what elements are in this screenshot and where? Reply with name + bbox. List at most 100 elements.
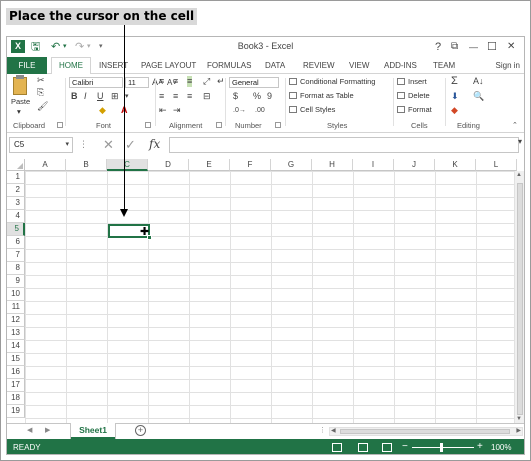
- align-bottom-icon[interactable]: ≡: [187, 76, 193, 87]
- collapse-ribbon-icon[interactable]: ⌃: [512, 120, 518, 131]
- column-header-g[interactable]: G: [271, 159, 312, 171]
- tab-file[interactable]: FILE: [7, 57, 47, 74]
- row-header-16[interactable]: 16: [7, 366, 25, 379]
- number-format-select[interactable]: General: [229, 77, 279, 88]
- currency-button[interactable]: $: [233, 91, 238, 102]
- tab-page-layout[interactable]: PAGE LAYOUT: [141, 59, 196, 72]
- zoom-level[interactable]: 100%: [491, 442, 511, 453]
- paste-dropdown-icon[interactable]: ▾: [17, 107, 21, 117]
- sign-in-link[interactable]: Sign in: [496, 59, 520, 72]
- sheet-bar-grip-icon[interactable]: ⋮: [319, 426, 326, 436]
- vertical-scroll-thumb[interactable]: [517, 183, 523, 415]
- sheet-scroll-left-icon[interactable]: ◀: [27, 426, 32, 436]
- tab-review[interactable]: REVIEW: [303, 59, 335, 72]
- formula-input[interactable]: [169, 137, 519, 153]
- sort-filter-icon[interactable]: A↓: [473, 76, 484, 87]
- format-painter-icon[interactable]: 🖌: [37, 101, 48, 112]
- row-header-2[interactable]: 2: [7, 184, 25, 197]
- fill-icon[interactable]: ⬇: [451, 91, 459, 102]
- column-header-b[interactable]: B: [66, 159, 107, 171]
- row-header-5[interactable]: 5: [7, 223, 25, 236]
- row-header-12[interactable]: 12: [7, 314, 25, 327]
- zoom-slider-knob[interactable]: [440, 443, 443, 452]
- column-header-f[interactable]: F: [230, 159, 271, 171]
- row-header-6[interactable]: 6: [7, 236, 25, 249]
- column-header-c[interactable]: C: [107, 159, 148, 171]
- horizontal-scrollbar[interactable]: ◀ ▶: [329, 427, 523, 436]
- tab-formulas[interactable]: FORMULAS: [207, 59, 251, 72]
- tab-team[interactable]: TEAM: [433, 59, 455, 72]
- row-header-8[interactable]: 8: [7, 262, 25, 275]
- copy-icon[interactable]: ⎘: [37, 87, 44, 98]
- column-header-a[interactable]: A: [25, 159, 66, 171]
- column-header-l[interactable]: L: [476, 159, 517, 171]
- expand-formula-bar-icon[interactable]: ▾: [518, 137, 522, 146]
- new-sheet-button[interactable]: +: [135, 425, 146, 436]
- align-left-icon[interactable]: ≡: [159, 91, 164, 102]
- cell-area[interactable]: [25, 171, 515, 423]
- bold-button[interactable]: B: [71, 91, 78, 102]
- increase-decimal-icon[interactable]: .0→: [233, 105, 246, 116]
- scroll-up-icon[interactable]: ▲: [516, 172, 522, 178]
- zoom-in-button[interactable]: +: [477, 440, 483, 453]
- ribbon-display-options-icon[interactable]: ⧉: [451, 40, 458, 54]
- align-right-icon[interactable]: ≡: [187, 91, 192, 102]
- row-header-14[interactable]: 14: [7, 340, 25, 353]
- horizontal-scroll-thumb[interactable]: [340, 429, 510, 434]
- insert-cells-button[interactable]: Insert: [408, 77, 427, 87]
- column-header-e[interactable]: E: [189, 159, 230, 171]
- format-as-table-button[interactable]: Format as Table: [300, 91, 354, 101]
- row-header-11[interactable]: 11: [7, 301, 25, 314]
- name-box-dropdown-icon[interactable]: ▾: [65, 138, 69, 152]
- row-header-7[interactable]: 7: [7, 249, 25, 262]
- row-header-10[interactable]: 10: [7, 288, 25, 301]
- cut-icon[interactable]: ✂: [37, 75, 45, 86]
- paste-icon[interactable]: [13, 77, 27, 95]
- wrap-text-icon[interactable]: ↵: [217, 76, 225, 87]
- row-header-1[interactable]: 1: [7, 171, 25, 184]
- alignment-launcher-icon[interactable]: [216, 122, 222, 128]
- increase-indent-icon[interactable]: ⇥: [173, 105, 181, 116]
- tab-data[interactable]: DATA: [265, 59, 285, 72]
- clear-icon[interactable]: ◆: [451, 105, 458, 116]
- tab-home[interactable]: HOME: [51, 57, 91, 75]
- tab-view[interactable]: VIEW: [349, 59, 369, 72]
- borders-dropdown-icon[interactable]: ▾: [125, 91, 129, 102]
- row-header-15[interactable]: 15: [7, 353, 25, 366]
- find-select-icon[interactable]: 🔍: [473, 91, 484, 102]
- zoom-slider[interactable]: [412, 447, 474, 448]
- column-header-h[interactable]: H: [312, 159, 353, 171]
- font-size-select[interactable]: 11: [125, 77, 149, 88]
- font-launcher-icon[interactable]: [145, 122, 151, 128]
- italic-button[interactable]: I: [84, 91, 87, 102]
- sheet-tab-sheet1[interactable]: Sheet1: [71, 423, 115, 439]
- zoom-out-button[interactable]: −: [402, 440, 408, 453]
- orientation-icon[interactable]: ⤢: [203, 76, 210, 87]
- page-break-preview-icon[interactable]: [382, 443, 392, 452]
- number-launcher-icon[interactable]: [275, 122, 281, 128]
- scroll-left-icon[interactable]: ◀: [331, 427, 336, 434]
- minimize-icon[interactable]: —: [469, 40, 478, 54]
- fill-color-icon[interactable]: ◆: [99, 105, 106, 116]
- sheet-scroll-right-icon[interactable]: ▶: [45, 426, 50, 436]
- select-all-button[interactable]: [7, 159, 25, 171]
- maximize-icon[interactable]: ☐: [487, 40, 497, 54]
- decrease-decimal-icon[interactable]: .00: [255, 105, 265, 116]
- confirm-entry-icon[interactable]: ✓: [125, 137, 136, 152]
- autosum-button[interactable]: Σ: [451, 76, 458, 87]
- vertical-scrollbar[interactable]: ▲ ▼: [514, 171, 524, 423]
- scroll-down-icon[interactable]: ▼: [516, 416, 522, 422]
- row-header-9[interactable]: 9: [7, 275, 25, 288]
- borders-icon[interactable]: ⊞: [111, 91, 119, 102]
- row-header-4[interactable]: 4: [7, 210, 25, 223]
- font-name-select[interactable]: Calibri: [69, 77, 123, 88]
- merge-center-icon[interactable]: ⊟: [203, 91, 211, 102]
- column-header-k[interactable]: K: [435, 159, 476, 171]
- insert-function-button[interactable]: fx: [149, 136, 160, 152]
- delete-cells-button[interactable]: Delete: [408, 91, 430, 101]
- percent-button[interactable]: %: [253, 91, 261, 102]
- row-header-19[interactable]: 19: [7, 405, 25, 418]
- column-header-i[interactable]: I: [353, 159, 394, 171]
- name-box[interactable]: C5 ▾: [9, 137, 73, 153]
- cell-styles-button[interactable]: Cell Styles: [300, 105, 335, 115]
